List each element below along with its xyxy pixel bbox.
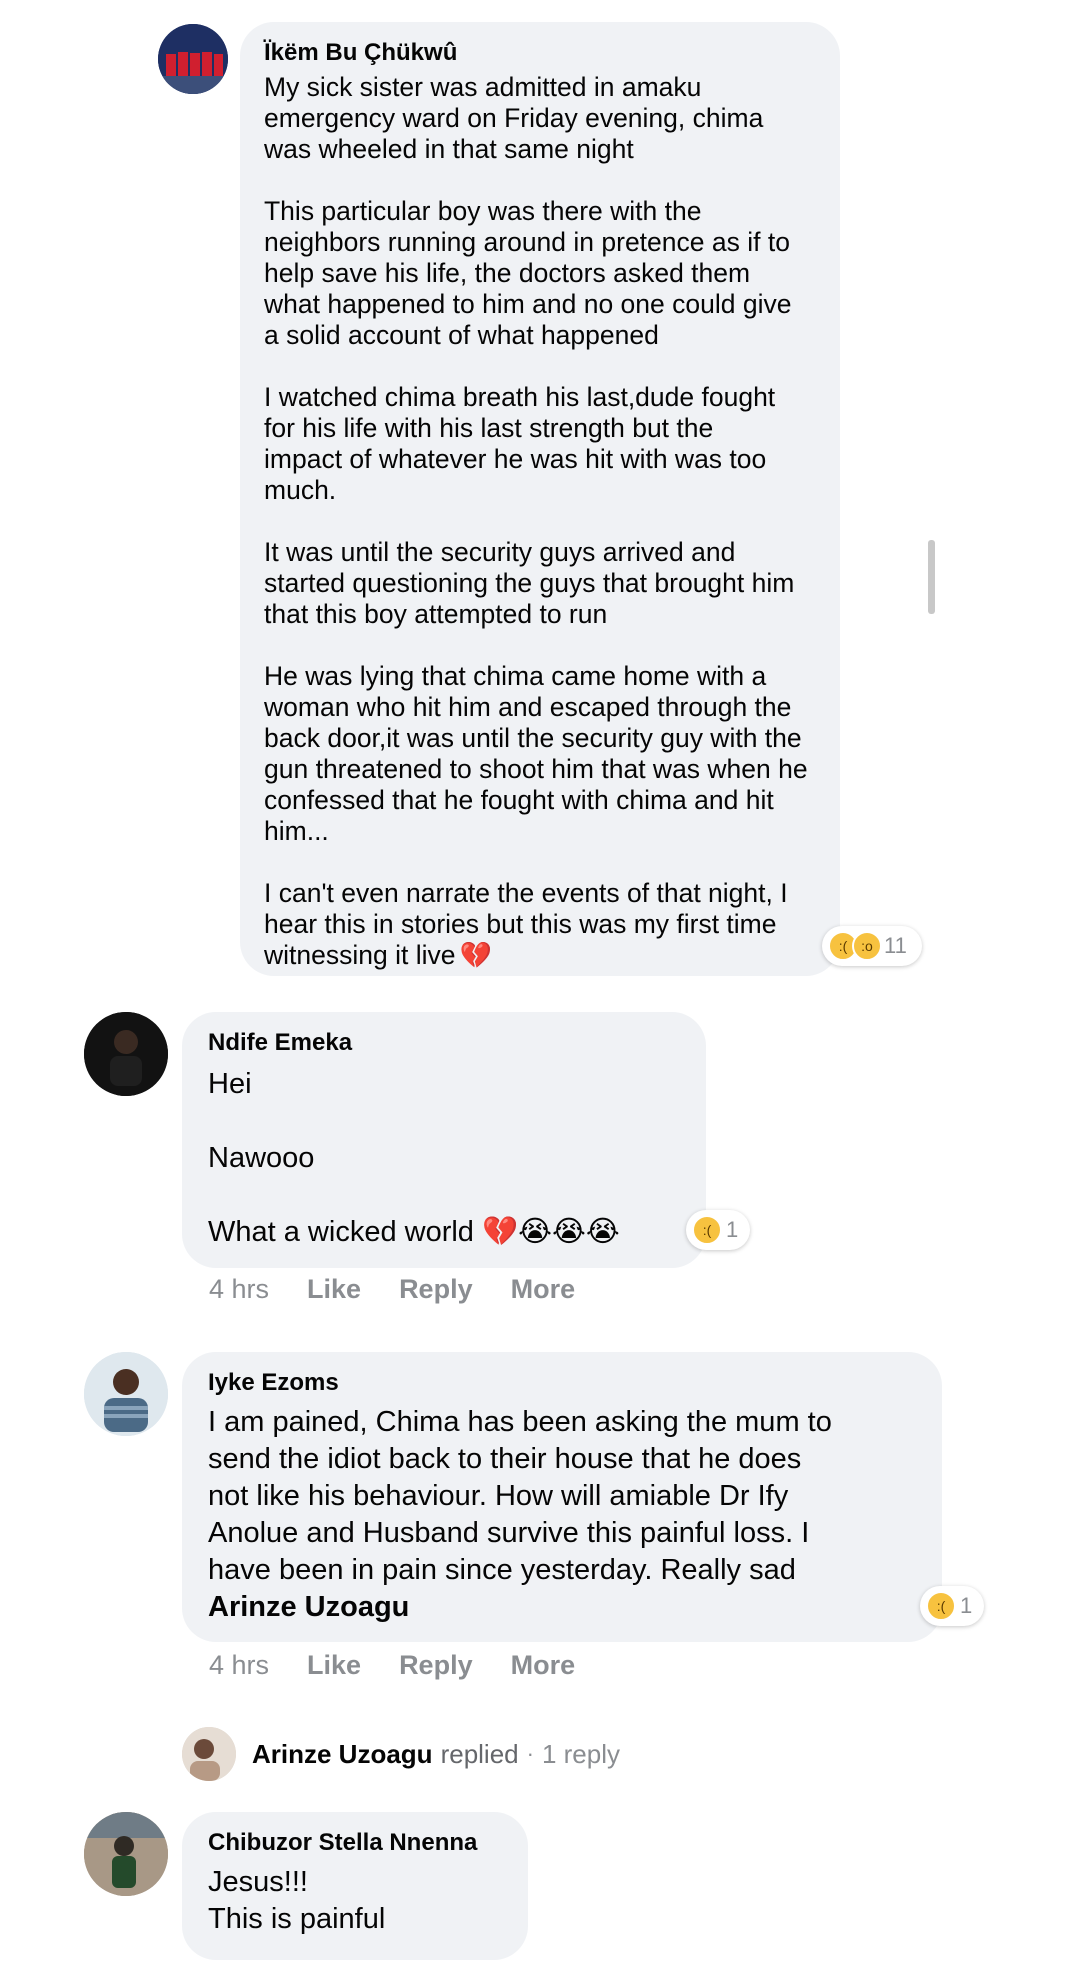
person-avatar-image xyxy=(84,1012,168,1096)
like-button[interactable]: Like xyxy=(307,1274,361,1305)
comment-time[interactable]: 4 hrs xyxy=(209,1274,269,1305)
avatar[interactable] xyxy=(158,24,228,94)
more-button[interactable]: More xyxy=(511,1650,576,1681)
comment-bubble[interactable]: Ndife Emeka Hei Nawooo What a wicked wor… xyxy=(182,1012,706,1268)
avatar[interactable] xyxy=(84,1352,168,1436)
comment-author[interactable]: Ndife Emeka xyxy=(208,1028,680,1058)
comment-bubble[interactable]: Ïkëm Bu Çhükwû My sick sister was admitt… xyxy=(240,22,840,976)
team-photo-avatar-image xyxy=(158,24,228,94)
comment-body: My sick sister was admitted in amaku eme… xyxy=(264,72,808,970)
reply-count: 1 reply xyxy=(541,1738,621,1769)
comment-actions: 4 hrs Like Reply More xyxy=(209,1274,613,1305)
separator: · xyxy=(526,1741,534,1766)
comment-text: Hei Nawooo What a wicked world 💔😭😭😭 xyxy=(208,1066,680,1251)
reaction-count: 1 xyxy=(960,1593,973,1618)
scrollbar[interactable] xyxy=(928,540,935,614)
reaction-summary[interactable]: :( 1 xyxy=(920,1586,984,1626)
avatar xyxy=(182,1727,236,1781)
reply-button[interactable]: Reply xyxy=(399,1274,473,1305)
comment-body: Hei Nawooo What a wicked world xyxy=(208,1068,474,1248)
comment-bubble[interactable]: Chibuzor Stella Nnenna Jesus!!! This is … xyxy=(182,1812,528,1960)
comment-text: Jesus!!! This is painful xyxy=(208,1866,386,1935)
person-avatar-image xyxy=(182,1727,236,1781)
avatar[interactable] xyxy=(84,1012,168,1096)
person-avatar-image xyxy=(84,1812,168,1896)
reaction-summary[interactable]: :( 1 xyxy=(686,1210,750,1250)
reply-button[interactable]: Reply xyxy=(399,1650,473,1681)
reply-author: Arinze Uzoagu xyxy=(252,1738,433,1769)
comment-text: My sick sister was admitted in amaku eme… xyxy=(264,72,816,971)
person-avatar-image xyxy=(84,1352,168,1436)
comment-bubble[interactable]: Iyke Ezoms I am pained, Chima has been a… xyxy=(182,1352,942,1642)
comment-text: I am pained, Chima has been asking the m… xyxy=(208,1406,832,1586)
reaction-count: 11 xyxy=(884,933,907,958)
comment-author[interactable]: Iyke Ezoms xyxy=(208,1368,916,1398)
wow-reaction-icon: :o xyxy=(852,931,882,961)
mention-link[interactable]: Arinze Uzoagu xyxy=(208,1589,916,1626)
broken-heart-emoji: 💔 xyxy=(459,940,492,970)
sad-reaction-icon: :( xyxy=(926,1591,956,1621)
replied-text: replied xyxy=(440,1738,519,1769)
sad-reaction-icon: :( xyxy=(692,1215,722,1245)
like-button[interactable]: Like xyxy=(307,1650,361,1681)
comment-author[interactable]: Chibuzor Stella Nnenna xyxy=(208,1828,502,1858)
trailing-emojis: 💔😭😭😭 xyxy=(482,1216,620,1248)
avatar[interactable] xyxy=(84,1812,168,1896)
view-replies-link[interactable]: Arinze Uzoagu replied · 1 reply xyxy=(182,1726,620,1782)
comment-time[interactable]: 4 hrs xyxy=(209,1650,269,1681)
more-button[interactable]: More xyxy=(511,1274,576,1305)
comment-author[interactable]: Ïkëm Bu Çhükwû xyxy=(264,38,816,68)
comment-actions: 4 hrs Like Reply More xyxy=(209,1650,613,1681)
reaction-count: 1 xyxy=(726,1217,739,1242)
reaction-summary[interactable]: :( :o 11 xyxy=(822,926,922,966)
